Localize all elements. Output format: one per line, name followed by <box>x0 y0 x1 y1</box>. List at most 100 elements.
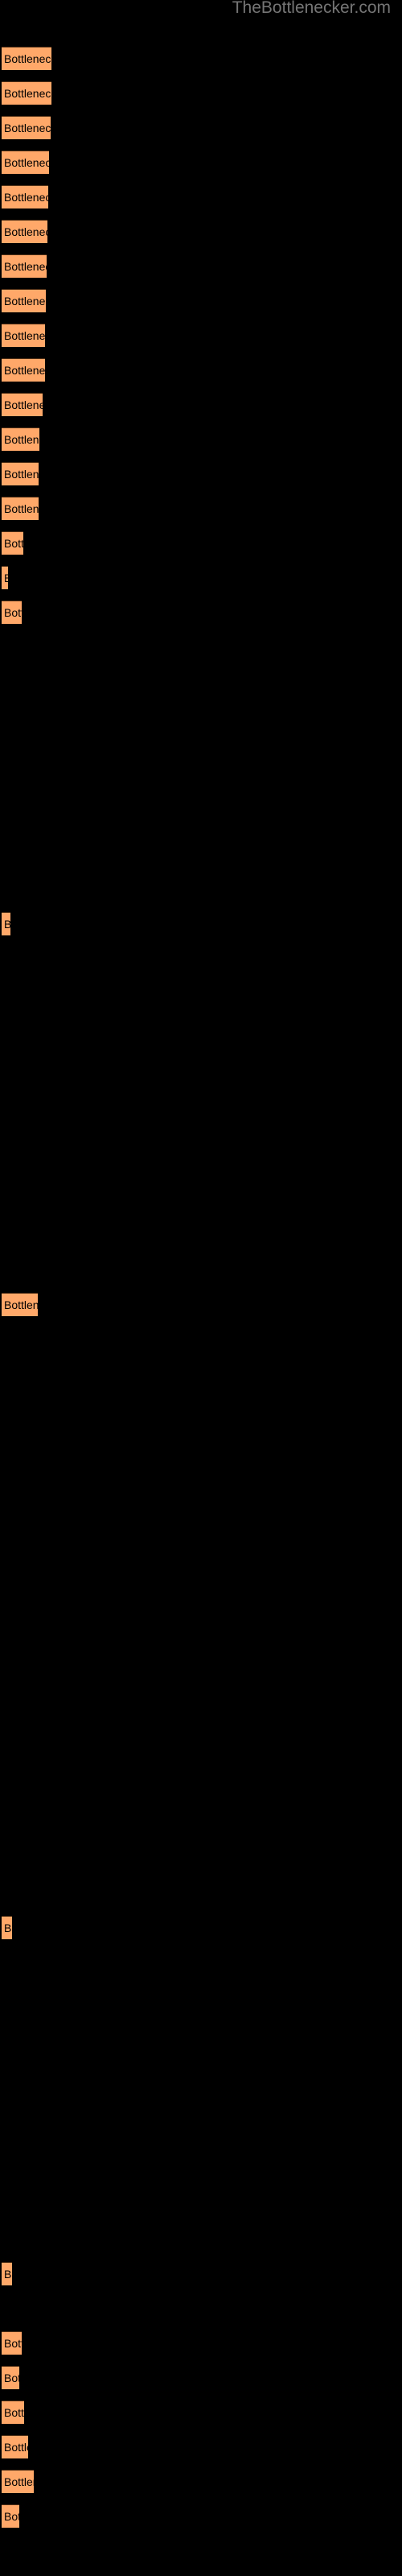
bar-row <box>0 774 402 797</box>
bar-row <box>0 1847 402 1870</box>
bar-row <box>0 1570 402 1593</box>
bar[interactable]: Bottleneck result <box>2 2331 22 2355</box>
bar[interactable]: Bottleneck result <box>2 497 39 520</box>
bar[interactable]: Bottleneck result <box>2 531 23 555</box>
bar-row: Bottleneck result <box>0 289 402 312</box>
bar-row: Bottleneck result <box>0 912 402 935</box>
bar-label: Bottleneck result <box>4 1922 12 1934</box>
bar-row: Bottleneck result <box>0 566 402 589</box>
bar[interactable]: Bottleneck result <box>2 601 22 624</box>
bar[interactable]: Bottleneck result <box>2 2435 28 2458</box>
bar[interactable]: Bottleneck result <box>2 151 49 174</box>
bar-row <box>0 1466 402 1489</box>
bar[interactable]: Bottleneck result <box>2 566 8 589</box>
bar-row <box>0 1362 402 1385</box>
bar-row <box>0 739 402 762</box>
bar-row <box>0 670 402 693</box>
bar-row <box>0 2227 402 2251</box>
bar-row <box>0 2089 402 2112</box>
bar-label: Bottleneck result <box>4 329 45 342</box>
bar-row: Bottleneck result <box>0 2435 402 2458</box>
bar-row <box>0 1327 402 1351</box>
bar-row <box>0 981 402 1005</box>
bar[interactable]: Bottleneck result <box>2 358 45 382</box>
bar[interactable]: Bottleneck result <box>2 1916 12 1939</box>
bar-row <box>0 1951 402 1974</box>
bar-label: Bottleneck result <box>4 295 46 308</box>
bar[interactable]: Bottleneck result <box>2 2401 24 2424</box>
bar-label: Bottleneck result <box>4 537 23 550</box>
bar-row: Bottleneck result <box>0 393 402 416</box>
bar-label: Bottleneck result <box>4 606 22 619</box>
bar-row <box>0 947 402 970</box>
bar-label: Bottleneck result <box>4 2268 12 2281</box>
bar-row: Bottleneck result <box>0 81 402 105</box>
bar-label: Bottleneck result <box>4 2475 34 2488</box>
bar[interactable]: Bottleneck result <box>2 254 47 278</box>
bar[interactable]: Bottleneck result <box>2 185 48 208</box>
bar-label: Bottleneck result <box>4 87 51 100</box>
bar-row: Bottleneck result <box>0 427 402 451</box>
bar-row <box>0 1639 402 1662</box>
bar[interactable]: Bottleneck result <box>2 393 43 416</box>
bar-row: Bottleneck result <box>0 2470 402 2493</box>
bar-row: Bottleneck result <box>0 1916 402 1939</box>
bar-label: Bottleneck result <box>4 398 43 411</box>
bar-row: Bottleneck result <box>0 2366 402 2389</box>
bar[interactable]: Bottleneck result <box>2 2366 19 2389</box>
bar-row: Bottleneck result <box>0 185 402 208</box>
bar-row <box>0 1743 402 1766</box>
bar-label: Bottleneck result <box>4 913 10 935</box>
bar-row <box>0 1708 402 1732</box>
bar-row <box>0 1674 402 1697</box>
bar-row <box>0 2539 402 2562</box>
bar-row <box>0 2124 402 2147</box>
bar[interactable]: Bottleneck result <box>2 220 47 243</box>
plot-area: Bottleneck result Bottleneck result Bottle… <box>0 0 402 2576</box>
bar-row <box>0 1258 402 1282</box>
bar-row <box>0 1431 402 1455</box>
bar-label: Bottleneck result <box>4 433 39 446</box>
bar-row: Bottleneck result <box>0 324 402 347</box>
bar-row: Bottleneck result <box>0 497 402 520</box>
bar-label: Bottleneck result <box>4 2337 22 2350</box>
bar-row <box>0 1812 402 1835</box>
bar-row <box>0 1051 402 1074</box>
bar-row <box>0 1154 402 1178</box>
bar-row: Bottleneck result <box>0 116 402 139</box>
bar-row: Bottleneck result <box>0 531 402 555</box>
bar-row <box>0 843 402 866</box>
bar-label: Bottleneck result <box>4 225 47 238</box>
bar[interactable]: Bottleneck result <box>2 47 51 70</box>
bar[interactable]: Bottleneck result <box>2 116 51 139</box>
bar-row <box>0 808 402 832</box>
bar-row <box>0 635 402 658</box>
bar-row <box>0 1604 402 1628</box>
bar-label: Bottleneck result <box>4 468 39 481</box>
bar[interactable]: Bottleneck result <box>2 427 39 451</box>
bar[interactable]: Bottleneck result <box>2 2470 34 2493</box>
bar-row: Bottleneck result <box>0 151 402 174</box>
bar-row <box>0 1535 402 1558</box>
bar-row <box>0 1016 402 1039</box>
bar-row: Bottleneck result <box>0 462 402 485</box>
bar[interactable]: Bottleneck result <box>2 2504 19 2528</box>
bar[interactable]: Bottleneck result <box>2 289 46 312</box>
bar-row <box>0 2054 402 2078</box>
bar-label: Bottleneck result <box>4 364 45 377</box>
bar[interactable]: Bottleneck result <box>2 81 51 105</box>
bar-row <box>0 1120 402 1143</box>
bar-label: Bottleneck result <box>4 156 49 169</box>
bar[interactable]: Bottleneck result <box>2 2262 12 2285</box>
bar-row: Bottleneck result <box>0 1293 402 1316</box>
bar-row <box>0 2020 402 2043</box>
bar[interactable]: Bottleneck result <box>2 1293 38 1316</box>
bar[interactable]: Bottleneck result <box>2 324 45 347</box>
bar-row <box>0 1985 402 2008</box>
bar[interactable]: Bottleneck result <box>2 912 10 935</box>
bar[interactable]: Bottleneck result <box>2 462 39 485</box>
bar-label: Bottleneck result <box>4 52 51 65</box>
bar-row <box>0 2297 402 2320</box>
bar-row: Bottleneck result <box>0 254 402 278</box>
bar-label: Bottleneck result <box>4 502 39 515</box>
